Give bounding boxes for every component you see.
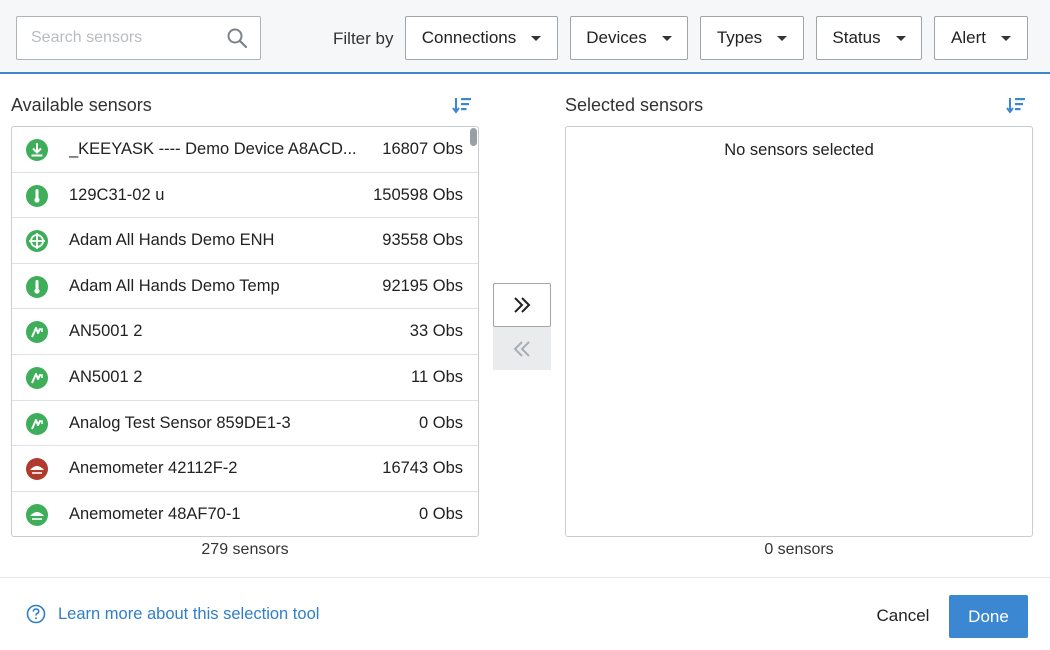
observation-count: 93558 Obs	[382, 231, 463, 250]
sensor-name: Adam All Hands Demo Temp	[69, 276, 280, 295]
sensor-row[interactable]: 129C31-02 u 150598 Obs	[12, 173, 478, 219]
sensor-name: AN5001 2	[69, 322, 143, 341]
observation-count: 33 Obs	[409, 322, 463, 341]
selected-sensors-list: No sensors selected	[565, 126, 1033, 537]
status-dropdown[interactable]: Status	[816, 16, 922, 60]
sort-icon[interactable]	[452, 96, 472, 114]
devices-dropdown[interactable]: Devices	[570, 16, 688, 60]
double-chevron-right-icon	[514, 297, 531, 313]
observation-count: 16807 Obs	[382, 140, 463, 158]
sensor-row[interactable]: Adam All Hands Demo ENH 93558 Obs	[12, 218, 478, 264]
sort-icon[interactable]	[1006, 96, 1026, 114]
help-icon	[26, 604, 46, 624]
wind-icon	[26, 458, 48, 481]
observation-count: 92195 Obs	[382, 276, 463, 295]
observation-count: 0 Obs	[418, 413, 463, 432]
empty-message: No sensors selected	[724, 141, 874, 159]
sensor-name: _KEEYASK ---- Demo Device A8ACD...	[69, 140, 357, 158]
analog-gauge-icon	[26, 366, 48, 389]
help-link[interactable]: Learn more about this selection tool	[26, 604, 319, 624]
connections-dropdown[interactable]: Connections	[405, 16, 558, 60]
devices-dropdown-label: Devices	[586, 28, 647, 47]
filter-toolbar: Filter by Connections Devices Types Stat…	[0, 0, 1050, 74]
sensor-name: Analog Test Sensor 859DE1-3	[69, 413, 291, 432]
connections-dropdown-label: Connections	[421, 28, 517, 47]
dialog-footer: Learn more about this selection tool Can…	[0, 577, 1050, 650]
sensor-name: Anemometer 48AF70-1	[69, 504, 241, 523]
crosshair-icon	[26, 230, 48, 253]
caret-down-icon	[1000, 35, 1011, 41]
types-dropdown-label: Types	[716, 28, 763, 47]
sensor-name: Anemometer 42112F-2	[69, 459, 238, 478]
observation-count: 150598 Obs	[373, 185, 463, 204]
double-chevron-left-icon	[513, 340, 530, 357]
selected-count: 0 sensors	[764, 541, 834, 558]
observation-count: 11 Obs	[411, 367, 463, 386]
sensor-row[interactable]: Adam All Hands Demo Temp 92195 Obs	[12, 264, 478, 310]
sensor-row[interactable]: Anemometer 48AF70-1 0 Obs	[12, 492, 478, 536]
thermometer-icon	[26, 184, 48, 207]
done-button[interactable]: Done	[949, 595, 1028, 638]
sensor-row[interactable]: AN5001 2 33 Obs	[12, 309, 478, 355]
sensor-name: Adam All Hands Demo ENH	[69, 231, 275, 250]
caret-down-icon	[895, 35, 906, 41]
cancel-button[interactable]: Cancel	[866, 596, 940, 636]
list-scrollbar[interactable]	[470, 128, 477, 146]
sensor-name: 129C31-02 u	[69, 185, 165, 204]
sensor-row[interactable]: AN5001 2 11 Obs	[12, 355, 478, 401]
help-link-text: Learn more about this selection tool	[58, 604, 320, 623]
sensor-row[interactable]: _KEEYASK ---- Demo Device A8ACD... 16807 …	[12, 127, 478, 173]
sensor-row[interactable]: Anemometer 42112F-2 16743 Obs	[12, 446, 478, 492]
selected-sensors-title: Selected sensors	[565, 95, 704, 115]
remove-all-button[interactable]	[493, 327, 551, 370]
available-count: 279 sensors	[201, 541, 289, 558]
observation-count: 0 Obs	[418, 504, 463, 523]
sensor-row[interactable]: Analog Test Sensor 859DE1-3 0 Obs	[12, 401, 478, 447]
analog-gauge-icon	[26, 321, 48, 344]
add-all-button[interactable]	[493, 283, 551, 327]
search-box	[16, 16, 261, 60]
download-icon	[26, 139, 48, 161]
wind-icon	[26, 503, 48, 526]
caret-down-icon	[777, 35, 788, 41]
alert-dropdown[interactable]: Alert	[934, 16, 1028, 60]
types-dropdown[interactable]: Types	[700, 16, 804, 60]
available-sensors-title: Available sensors	[11, 95, 152, 115]
observation-count: 16743 Obs	[382, 459, 463, 478]
alert-dropdown-label: Alert	[951, 28, 986, 47]
caret-down-icon	[661, 35, 672, 41]
filter-label: Filter by	[333, 29, 394, 48]
thermometer-icon	[26, 275, 48, 298]
sensor-name: AN5001 2	[69, 367, 143, 386]
search-input[interactable]	[17, 17, 222, 59]
caret-down-icon	[531, 35, 542, 41]
status-dropdown-label: Status	[832, 28, 881, 47]
analog-gauge-icon	[26, 412, 48, 435]
search-icon[interactable]	[226, 27, 248, 49]
available-sensors-list: _KEEYASK ---- Demo Device A8ACD... 16807 …	[11, 126, 479, 537]
